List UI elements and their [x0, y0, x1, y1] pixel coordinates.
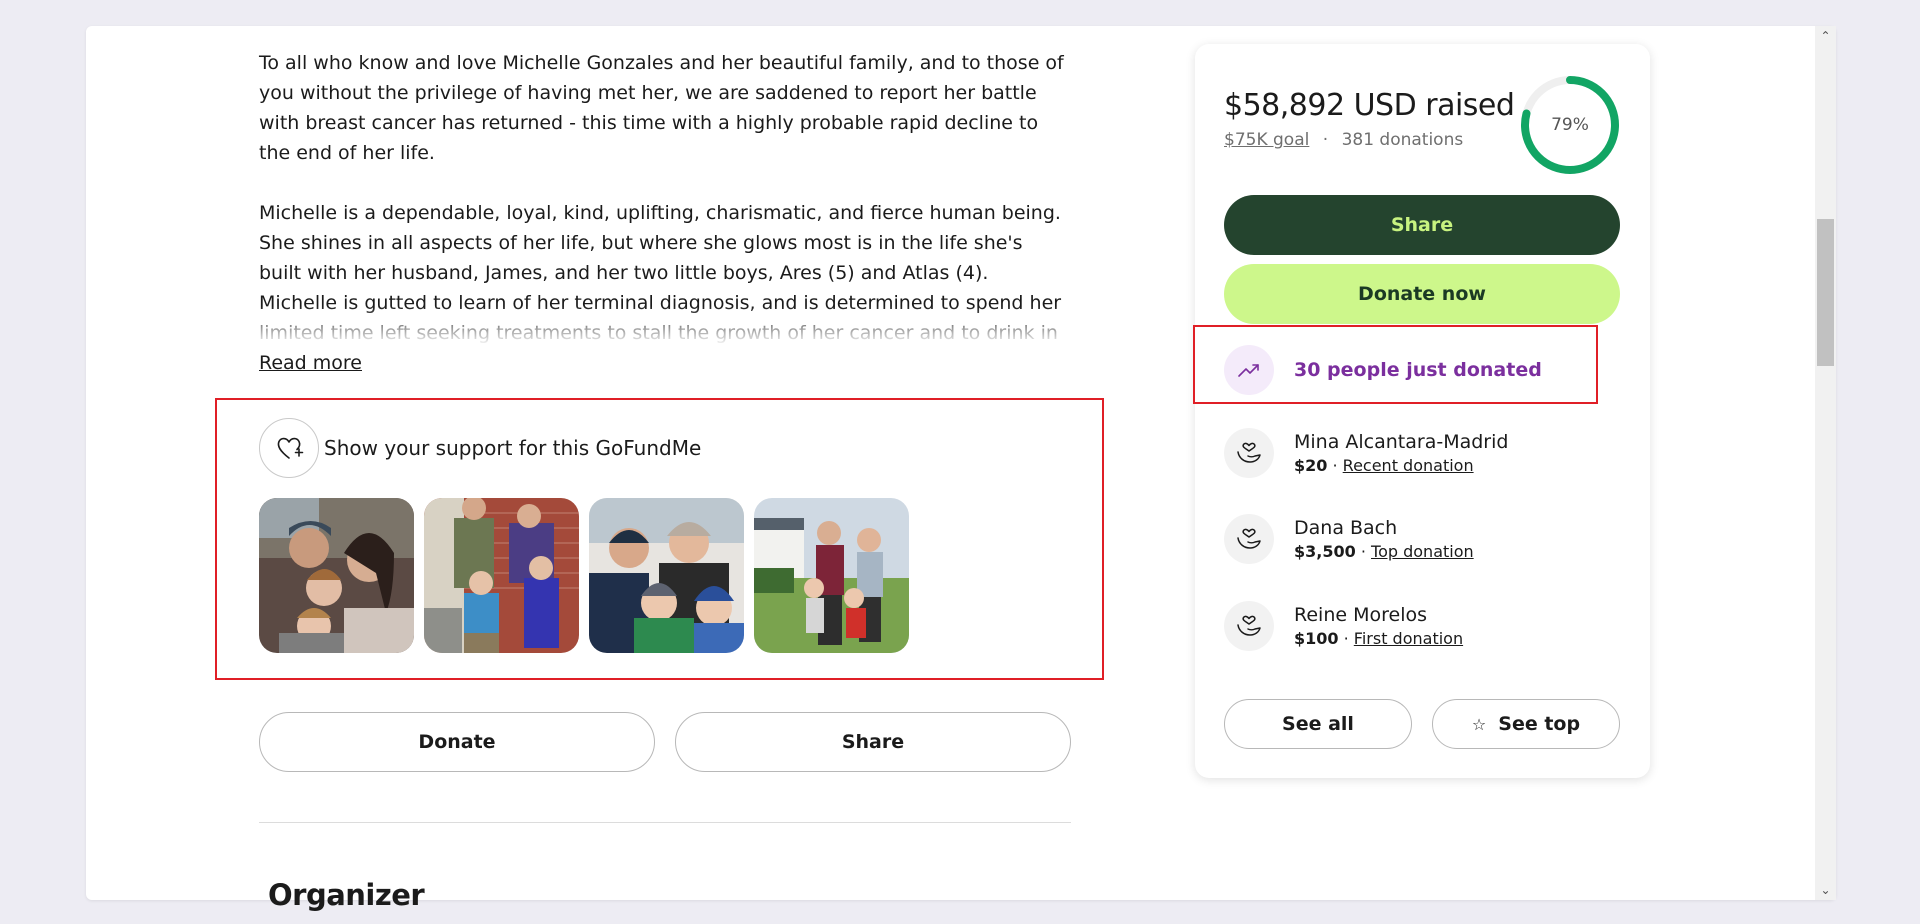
donor-item: Mina Alcantara-Madrid $20 · Recent donat… [1224, 426, 1508, 480]
amount-raised: $58,892 USD raised [1224, 88, 1515, 123]
donor-kind-link[interactable]: Top donation [1371, 542, 1474, 561]
story-paragraph-2: Michelle is a dependable, loyal, kind, u… [259, 198, 1069, 346]
family-photo-2[interactable] [424, 498, 579, 653]
goal-link[interactable]: $75K goal [1224, 130, 1309, 150]
family-photo-1[interactable] [259, 498, 414, 653]
card-share-button[interactable]: Share [1224, 195, 1620, 255]
photo-gallery [259, 498, 909, 653]
goal-separator: · [1322, 130, 1329, 150]
story-text: To all who know and love Michelle Gonzal… [259, 48, 1069, 346]
donate-now-button[interactable]: Donate now [1224, 264, 1620, 324]
see-top-button[interactable]: ☆ See top [1432, 699, 1620, 749]
donate-button[interactable]: Donate [259, 712, 655, 772]
star-icon: ☆ [1471, 714, 1487, 734]
scroll-up-arrow-icon[interactable]: ⌃ [1815, 26, 1836, 46]
read-more-link[interactable]: Read more [259, 348, 362, 378]
donor-name: Dana Bach [1294, 517, 1398, 539]
donor-kind-link[interactable]: Recent donation [1343, 456, 1474, 475]
trend-text: 30 people just donated [1294, 359, 1542, 381]
support-row: Show your support for this GoFundMe [259, 418, 701, 478]
family-photo-3[interactable] [589, 498, 744, 653]
goal-row: $75K goal · 381 donations [1224, 130, 1463, 150]
heart-plus-icon [277, 437, 304, 459]
scroll-down-arrow-icon[interactable]: ⌄ [1815, 880, 1836, 900]
donation-hand-icon [1224, 601, 1274, 651]
donation-count: 381 donations [1341, 130, 1464, 150]
story-paragraph-1: To all who know and love Michelle Gonzal… [259, 52, 1064, 164]
section-divider [259, 822, 1071, 823]
organizer-heading: Organizer [268, 878, 425, 912]
donor-amount: $100 [1294, 629, 1339, 648]
donor-name: Mina Alcantara-Madrid [1294, 431, 1509, 453]
family-photo-4[interactable] [754, 498, 909, 653]
heart-plus-button[interactable] [259, 418, 319, 478]
scrollbar-thumb[interactable] [1817, 219, 1834, 366]
support-title: Show your support for this GoFundMe [324, 436, 702, 460]
donation-hand-icon [1224, 514, 1274, 564]
see-top-label: See top [1498, 713, 1581, 735]
donor-amount: $3,500 [1294, 542, 1356, 561]
see-all-button[interactable]: See all [1224, 699, 1412, 749]
donation-hand-icon [1224, 428, 1274, 478]
donor-item: Reine Morelos $100 · First donation [1224, 599, 1463, 653]
trend-row: 30 people just donated [1224, 345, 1542, 395]
progress-percent: 79% [1551, 115, 1589, 135]
trending-up-icon [1224, 345, 1274, 395]
share-button[interactable]: Share [675, 712, 1071, 772]
donor-amount: $20 [1294, 456, 1328, 475]
donor-name: Reine Morelos [1294, 604, 1427, 626]
donor-kind-link[interactable]: First donation [1354, 629, 1463, 648]
vertical-scrollbar[interactable]: ⌃ ⌄ [1815, 26, 1836, 900]
donor-item: Dana Bach $3,500 · Top donation [1224, 512, 1474, 566]
